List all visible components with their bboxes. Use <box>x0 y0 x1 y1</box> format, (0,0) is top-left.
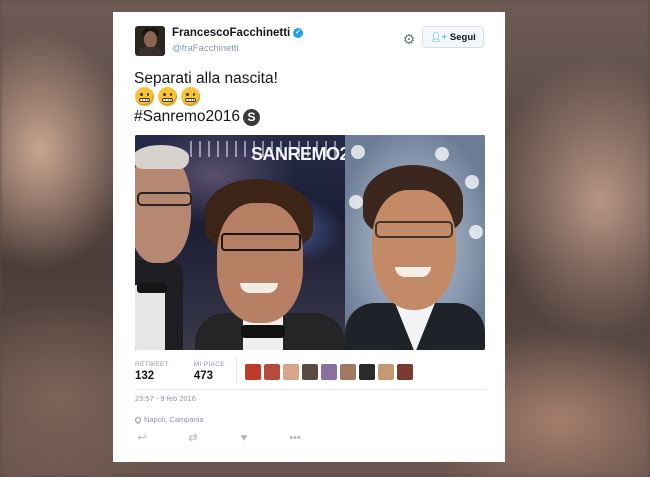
liker-avatar[interactable] <box>264 364 280 380</box>
tweet-text: Separati alla nascita! <box>134 70 278 87</box>
tweet-actions: ↩ ⇄ ♥ ••• <box>135 432 302 444</box>
location-pin-icon <box>133 415 143 424</box>
author-name-row: FrancescoFacchinetti ✓ <box>172 27 304 39</box>
author-handle[interactable]: @fraFacchinetti <box>172 43 239 54</box>
gear-icon[interactable]: ⚙ <box>402 32 416 46</box>
retweet-icon[interactable]: ⇄ <box>186 432 200 444</box>
liker-avatar[interactable] <box>321 364 337 380</box>
liker-avatars <box>245 364 413 380</box>
follow-button[interactable]: 👤︎+ Segui <box>422 26 484 48</box>
divider <box>135 389 485 390</box>
embedded-tweet-card: FrancescoFacchinetti ✓ @fraFacchinetti ⚙… <box>113 12 505 462</box>
retweet-stat-value: 132 <box>135 370 155 382</box>
location-label: Napoli, Campania <box>144 415 204 424</box>
hashtag-row: #Sanremo2016 S <box>134 108 260 126</box>
like-stat-label: MI PIACE <box>193 361 225 368</box>
photo-portrait-panel <box>345 135 485 350</box>
author-display-name[interactable]: FrancescoFacchinetti <box>172 27 290 39</box>
tweet-timestamp[interactable]: 23:57 - 9 feb 2016 <box>135 394 196 403</box>
hashtag-link[interactable]: #Sanremo2016 <box>134 108 240 126</box>
tweet-location[interactable]: Napoli, Campania <box>133 415 204 424</box>
like-stat-value: 473 <box>193 370 214 382</box>
grimacing-face-emoji <box>158 87 177 106</box>
liker-avatar[interactable] <box>378 364 394 380</box>
liker-avatar[interactable] <box>397 364 413 380</box>
reply-icon[interactable]: ↩ <box>135 432 149 444</box>
like-stat[interactable]: MI PIACE 473 <box>194 361 225 382</box>
grimacing-face-emoji <box>135 87 154 106</box>
stats-divider <box>236 358 237 384</box>
heart-icon[interactable]: ♥ <box>237 432 251 444</box>
liker-avatar[interactable] <box>359 364 375 380</box>
add-user-icon: 👤︎+ <box>430 31 447 42</box>
retweet-stat[interactable]: RETWEET 132 <box>135 361 169 382</box>
grimacing-face-emoji <box>181 87 200 106</box>
follow-button-label: Segui <box>449 31 476 43</box>
liker-avatar[interactable] <box>302 364 318 380</box>
avatar[interactable] <box>135 26 165 56</box>
liker-avatar[interactable] <box>245 364 261 380</box>
photo-selfie-panel: SANREMO20 <box>135 135 359 350</box>
verified-badge-icon: ✓ <box>293 28 304 38</box>
more-icon[interactable]: ••• <box>288 432 302 444</box>
hashflag-icon: S <box>243 108 260 126</box>
tweet-photo[interactable]: SANREMO20 <box>135 135 485 350</box>
retweet-stat-label: RETWEET <box>135 361 169 368</box>
liker-avatar[interactable] <box>340 364 356 380</box>
liker-avatar[interactable] <box>283 364 299 380</box>
photo-brand-text: SANREMO20 <box>251 144 359 164</box>
emoji-row <box>135 87 200 106</box>
engagement-stats: RETWEET 132 MI PIACE 473 <box>135 361 250 382</box>
